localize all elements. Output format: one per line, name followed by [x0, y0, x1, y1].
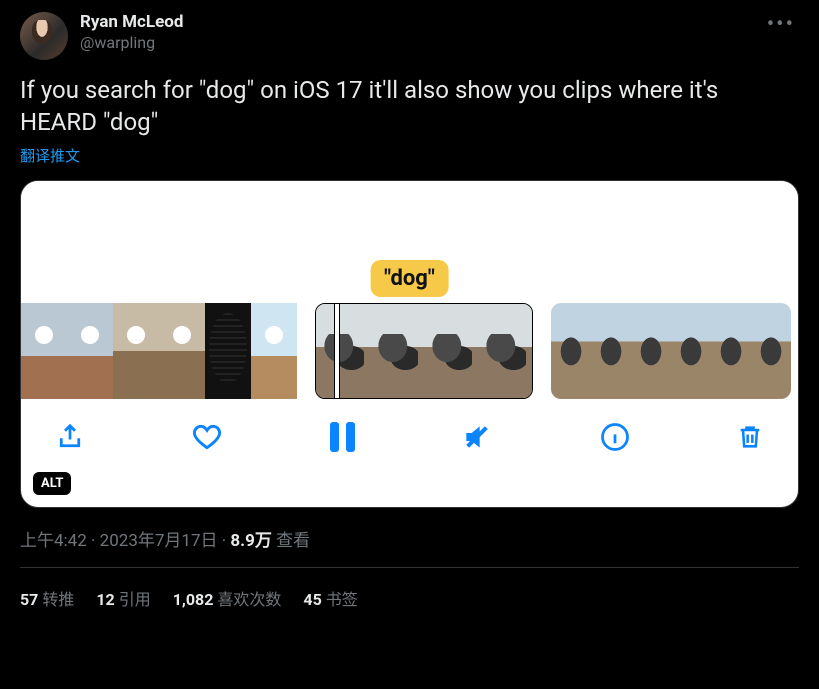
video-timeline[interactable] — [21, 303, 798, 399]
tweet-meta[interactable]: 上午4:42 · 2023年7月17日 · 8.9万 查看 — [20, 526, 799, 551]
mute-icon[interactable] — [461, 421, 493, 453]
timestamp: 上午4:42 · 2023年7月17日 — [20, 531, 218, 551]
retweets-stat[interactable]: 57转推 — [20, 586, 74, 610]
bookmarks-stat[interactable]: 45 书签 — [303, 586, 357, 610]
clip-thumb[interactable] — [424, 304, 478, 399]
clip-group[interactable] — [551, 303, 791, 399]
trash-icon[interactable] — [736, 422, 764, 452]
likes-stat[interactable]: 1,082喜欢次数 — [173, 586, 282, 610]
tweet-header: Ryan McLeod @warpling ••• — [20, 12, 799, 60]
more-icon[interactable]: ••• — [763, 12, 799, 37]
clip-thumb[interactable] — [751, 303, 791, 399]
tweet-media[interactable]: "dog" — [20, 180, 799, 508]
media-preview-area: "dog" — [21, 181, 798, 303]
tweet-text: If you search for "dog" on iOS 17 it'll … — [20, 74, 799, 139]
bookmarks-count: 45 — [303, 590, 321, 609]
likes-count: 1,082 — [173, 590, 214, 609]
clip-thumb[interactable] — [631, 303, 671, 399]
clip-thumb[interactable] — [113, 303, 159, 399]
clip-thumb[interactable] — [251, 303, 297, 399]
clip-group-active[interactable] — [315, 303, 533, 399]
quotes-count: 12 — [96, 590, 114, 609]
tweet: Ryan McLeod @warpling ••• If you search … — [0, 0, 819, 622]
clip-group[interactable] — [21, 303, 297, 399]
handle: @warpling — [80, 33, 763, 52]
clip-thumb[interactable] — [21, 303, 67, 399]
media-toolbar — [21, 399, 798, 471]
translate-link[interactable]: 翻译推文 — [20, 145, 80, 166]
clip-thumb[interactable] — [205, 303, 251, 399]
display-name: Ryan McLeod — [80, 12, 763, 32]
author-block[interactable]: Ryan McLeod @warpling — [80, 12, 763, 52]
heart-icon[interactable] — [191, 421, 223, 453]
info-icon[interactable] — [600, 422, 630, 452]
views-label: 查看 — [276, 531, 310, 551]
likes-label: 喜欢次数 — [217, 590, 281, 609]
clip-thumb[interactable] — [551, 303, 591, 399]
tweet-stats: 57转推 12 引用 1,082喜欢次数 45 书签 — [20, 568, 799, 610]
alt-badge[interactable]: ALT — [33, 472, 71, 495]
avatar[interactable] — [20, 12, 68, 60]
clip-thumb[interactable] — [711, 303, 751, 399]
retweets-count: 57 — [20, 590, 38, 609]
quotes-label: 引用 — [119, 590, 151, 609]
retweets-label: 转推 — [42, 590, 74, 609]
share-icon[interactable] — [55, 422, 85, 452]
clip-thumb[interactable] — [591, 303, 631, 399]
clip-thumb[interactable] — [370, 304, 424, 399]
quotes-stat[interactable]: 12 引用 — [96, 586, 150, 610]
clip-thumb[interactable] — [316, 304, 370, 399]
views-count: 8.9万 — [230, 531, 271, 551]
clip-thumb[interactable] — [478, 304, 532, 399]
clip-thumb[interactable] — [67, 303, 113, 399]
pause-icon[interactable] — [330, 422, 355, 452]
clip-thumb[interactable] — [671, 303, 711, 399]
clip-thumb[interactable] — [159, 303, 205, 399]
bookmarks-label: 书签 — [326, 590, 358, 609]
caption-bubble: "dog" — [370, 260, 449, 297]
playhead[interactable] — [334, 303, 340, 399]
